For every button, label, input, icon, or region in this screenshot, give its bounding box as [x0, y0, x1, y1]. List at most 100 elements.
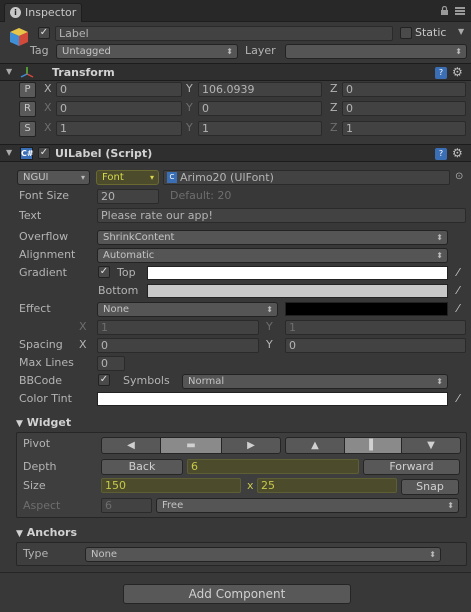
gameobject-active-checkbox[interactable]: ✓: [38, 27, 50, 39]
overflow-label: Overflow: [19, 230, 69, 243]
aspect-field: 6: [101, 498, 152, 513]
gameobject-name-field[interactable]: Label: [55, 26, 393, 41]
scale-z-field[interactable]: 1: [342, 121, 466, 136]
aspect-mode-dropdown[interactable]: Free ⬍: [156, 498, 459, 513]
depth-label: Depth: [23, 460, 57, 473]
scale-y-label: Y: [186, 121, 193, 134]
bbcode-label: BBCode: [19, 374, 63, 387]
position-x-label: X: [44, 82, 52, 95]
font-button-label: Font: [102, 172, 124, 183]
gameobject-cube-icon: [10, 28, 28, 46]
font-type-value: NGUI: [23, 172, 49, 183]
depth-back-button[interactable]: Back: [101, 459, 183, 475]
gradient-bottom-label: Bottom: [98, 284, 139, 297]
spacing-y-field[interactable]: 0: [285, 338, 466, 353]
tag-dropdown[interactable]: Untagged ⬍: [56, 44, 238, 59]
help-icon[interactable]: ?: [435, 148, 447, 160]
foldout-arrow-icon[interactable]: ▼: [6, 148, 12, 157]
rotation-x-field[interactable]: 0: [56, 101, 182, 116]
anchor-type-value: None: [91, 549, 118, 560]
gradient-checkbox[interactable]: ✓: [98, 266, 110, 278]
help-icon[interactable]: ?: [435, 67, 447, 79]
snap-button[interactable]: Snap: [401, 479, 459, 495]
reset-scale-button[interactable]: S: [19, 121, 36, 137]
effect-y-field: 1: [285, 320, 466, 335]
max-lines-field[interactable]: 0: [97, 356, 125, 371]
aspect-mode-value: Free: [162, 500, 184, 511]
dropdown-arrows-icon: ⬍: [455, 47, 462, 56]
alignment-value: Automatic: [103, 250, 155, 261]
scale-y-field[interactable]: 1: [198, 121, 322, 136]
layer-dropdown[interactable]: ⬍: [285, 44, 467, 59]
spacing-x-field[interactable]: 0: [97, 338, 259, 353]
gear-icon[interactable]: ⚙: [452, 66, 463, 78]
gradient-top-color[interactable]: [147, 266, 448, 280]
gradient-bottom-color[interactable]: [147, 284, 448, 298]
object-picker-icon[interactable]: ⊙: [455, 171, 463, 182]
eyedropper-icon[interactable]: ⁄: [452, 302, 464, 316]
widget-section-header[interactable]: ▼ Widget: [16, 415, 71, 431]
font-object-field[interactable]: C Arimo20 (UIFont): [163, 170, 450, 185]
alignment-dropdown[interactable]: Automatic ⬍: [97, 248, 448, 263]
height-field[interactable]: 25: [257, 478, 397, 493]
pivot-left-button[interactable]: ◀: [101, 437, 161, 454]
depth-field[interactable]: 6: [187, 459, 359, 474]
inspector-tabbar: i Inspector: [0, 0, 471, 22]
uilabel-header[interactable]: ▼ C# ✓ UILabel (Script) ? ⚙: [0, 144, 471, 162]
panel-menu-icon[interactable]: [455, 6, 465, 16]
overflow-dropdown[interactable]: ShrinkContent ⬍: [97, 230, 448, 245]
spacing-y-label: Y: [266, 338, 273, 351]
eyedropper-icon[interactable]: ⁄: [452, 266, 464, 280]
foldout-arrow-icon[interactable]: ▼: [6, 67, 12, 76]
scale-x-field[interactable]: 1: [56, 121, 182, 136]
eyedropper-icon[interactable]: ⁄: [452, 284, 464, 298]
font-type-dropdown[interactable]: NGUI ▾: [17, 170, 90, 185]
font-object-value: Arimo20 (UIFont): [180, 171, 274, 184]
static-checkbox[interactable]: [400, 27, 412, 39]
spacing-x-label: X: [79, 338, 87, 351]
color-tint-swatch[interactable]: [97, 392, 448, 406]
rotation-y-label: Y: [186, 101, 193, 114]
size-label: Size: [23, 479, 46, 492]
pivot-top-button[interactable]: ▲: [285, 437, 345, 454]
rotation-z-field[interactable]: 0: [342, 101, 466, 116]
pivot-bottom-button[interactable]: ▼: [401, 437, 461, 454]
static-dropdown-icon[interactable]: ▼: [458, 27, 464, 36]
gear-icon[interactable]: ⚙: [452, 147, 463, 159]
effect-value: None: [103, 304, 130, 315]
rotation-y-field[interactable]: 0: [198, 101, 322, 116]
reset-position-button[interactable]: P: [19, 82, 36, 98]
text-field[interactable]: Please rate our app!: [97, 208, 466, 223]
pivot-right-button[interactable]: ▶: [221, 437, 281, 454]
font-button[interactable]: Font ▾: [96, 170, 159, 185]
widget-title: Widget: [26, 416, 72, 429]
pivot-center-button[interactable]: ▬: [160, 437, 222, 454]
effect-color[interactable]: [285, 302, 448, 316]
transform-title: Transform: [52, 66, 115, 79]
transform-header[interactable]: ▼ Transform ? ⚙: [0, 63, 471, 81]
foldout-arrow-icon: ▼: [16, 529, 23, 539]
position-x-field[interactable]: 0: [56, 82, 182, 97]
dropdown-arrows-icon: ⬍: [436, 251, 443, 260]
add-component-button[interactable]: Add Component: [123, 584, 351, 604]
position-y-field[interactable]: 106.0939: [198, 82, 322, 97]
uifont-icon: C: [167, 172, 177, 183]
width-field[interactable]: 150: [101, 478, 241, 493]
lock-icon[interactable]: [440, 6, 449, 15]
dropdown-arrows-icon: ⬍: [429, 550, 436, 559]
depth-forward-button[interactable]: Forward: [363, 459, 460, 475]
effect-dropdown[interactable]: None ⬍: [97, 302, 278, 317]
anchors-section-header[interactable]: ▼ Anchors: [16, 525, 77, 541]
effect-label: Effect: [19, 302, 51, 315]
uilabel-enabled-checkbox[interactable]: ✓: [38, 147, 50, 159]
position-z-field[interactable]: 0: [342, 82, 466, 97]
font-size-field[interactable]: 20: [97, 189, 159, 204]
bbcode-checkbox[interactable]: ✓: [98, 374, 110, 386]
symbols-dropdown[interactable]: Normal ⬍: [182, 374, 448, 389]
inspector-tab[interactable]: i Inspector: [4, 3, 82, 22]
eyedropper-icon[interactable]: ⁄: [452, 392, 464, 406]
reset-rotation-button[interactable]: R: [19, 101, 36, 117]
pivot-middle-button[interactable]: ▌: [344, 437, 402, 454]
anchor-type-dropdown[interactable]: None ⬍: [85, 547, 441, 562]
size-separator: x: [247, 479, 254, 492]
